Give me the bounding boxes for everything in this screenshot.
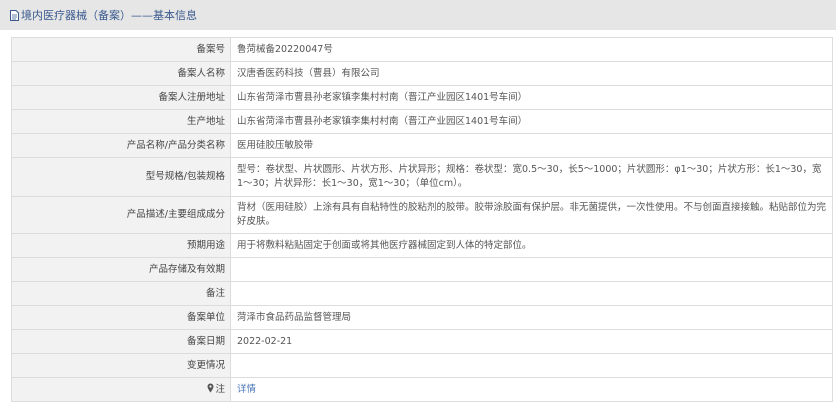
- table-row: 备案号 鲁菏械备20220047号: [11, 37, 833, 62]
- row-label: 备案人名称: [11, 61, 231, 86]
- model-specification: 型号：卷状型、片状圆形、片状方形、片状异形；规格：卷状型：宽0.5～30，长5～…: [230, 157, 833, 197]
- details-link[interactable]: 详情: [237, 384, 256, 395]
- table-row: 生产地址 山东省菏泽市曹县孙老家镇李集村村南（晋江产业园区1401号车间）: [11, 109, 833, 134]
- row-label: 备注: [11, 281, 231, 306]
- intended-use: 用于将敷料粘贴固定于创面或将其他医疗器械固定到人体的特定部位。: [230, 233, 833, 258]
- row-label: 备案日期: [11, 329, 231, 354]
- row-label: 产品描述/主要组成成分: [11, 196, 231, 234]
- registrant-name: 汉唐香医药科技（曹县）有限公司: [230, 61, 833, 86]
- registrant-address: 山东省菏泽市曹县孙老家镇李集村村南（晋江产业园区1401号车间）: [230, 85, 833, 110]
- row-label: 备案人注册地址: [11, 85, 231, 110]
- table-row: 预期用途 用于将敷料粘贴固定于创面或将其他医疗器械固定到人体的特定部位。: [11, 233, 833, 258]
- registration-number: 鲁菏械备20220047号: [230, 37, 833, 62]
- table-row: 备案人注册地址 山东省菏泽市曹县孙老家镇李集村村南（晋江产业园区1401号车间）: [11, 85, 833, 110]
- row-label: 生产地址: [11, 109, 231, 134]
- pin-icon: [207, 383, 214, 392]
- row-label: 备案号: [11, 37, 231, 62]
- page-title: 境内医疗器械（备案）——基本信息: [21, 9, 197, 22]
- note-label-cell: 注: [11, 377, 231, 402]
- product-name: 医用硅胶压敏胶带: [230, 133, 833, 158]
- row-label: 变更情况: [11, 353, 231, 378]
- registration-unit: 菏泽市食品药品监督管理局: [230, 305, 833, 330]
- product-description: 背材（医用硅胶）上涂有具有自粘特性的胶粘剂的胶带。胶带涂胶面有保护层。非无菌提供…: [230, 196, 833, 234]
- row-label: 预期用途: [11, 233, 231, 258]
- table-row: 产品存储及有效期: [11, 257, 833, 282]
- change-history: [230, 353, 833, 378]
- info-table: 备案号 鲁菏械备20220047号 备案人名称 汉唐香医药科技（曹县）有限公司 …: [11, 37, 833, 402]
- row-label: 型号规格/包装规格: [11, 157, 231, 197]
- remarks: [230, 281, 833, 306]
- table-row: 产品名称/产品分类名称 医用硅胶压敏胶带: [11, 133, 833, 158]
- row-label: 备案单位: [11, 305, 231, 330]
- table-row: 注 详情: [11, 377, 833, 402]
- table-row: 备注: [11, 281, 833, 306]
- note-label: 注: [215, 383, 225, 395]
- row-label: 产品存储及有效期: [11, 257, 231, 282]
- production-address: 山东省菏泽市曹县孙老家镇李集村村南（晋江产业园区1401号车间）: [230, 109, 833, 134]
- document-icon: [10, 9, 19, 21]
- table-row: 备案单位 菏泽市食品药品监督管理局: [11, 305, 833, 330]
- row-label: 产品名称/产品分类名称: [11, 133, 231, 158]
- storage-validity: [230, 257, 833, 282]
- page-header: 境内医疗器械（备案）——基本信息: [0, 0, 836, 30]
- table-row: 备案人名称 汉唐香医药科技（曹县）有限公司: [11, 61, 833, 86]
- registration-date: 2022-02-21: [230, 329, 833, 354]
- table-row: 变更情况: [11, 353, 833, 378]
- details-cell: 详情: [230, 377, 833, 402]
- table-row: 型号规格/包装规格 型号：卷状型、片状圆形、片状方形、片状异形；规格：卷状型：宽…: [11, 157, 833, 197]
- table-row: 备案日期 2022-02-21: [11, 329, 833, 354]
- table-row: 产品描述/主要组成成分 背材（医用硅胶）上涂有具有自粘特性的胶粘剂的胶带。胶带涂…: [11, 196, 833, 234]
